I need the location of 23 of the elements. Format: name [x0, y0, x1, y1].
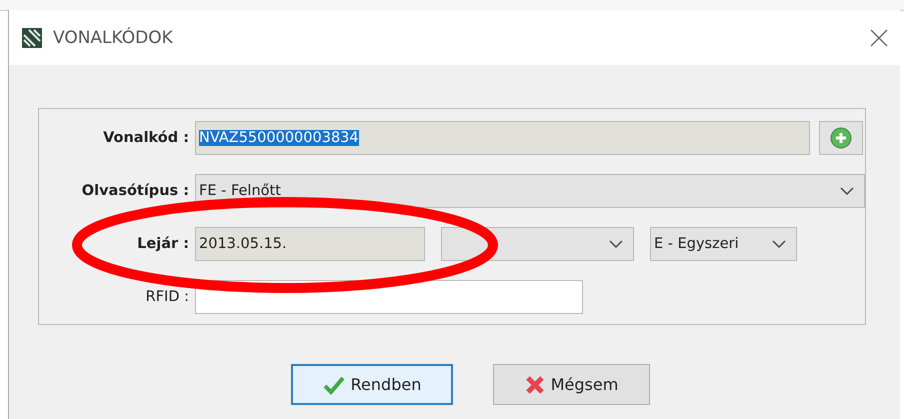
field-label: Lejár :	[136, 236, 189, 252]
field-label: Vonalkód :	[102, 130, 189, 146]
add-button[interactable]	[819, 121, 863, 155]
dropdown-value: E - Egyszeri	[654, 236, 739, 252]
field-label: Olvasótípus :	[80, 183, 189, 199]
dialog-button[interactable]: Rendben	[291, 364, 453, 405]
plus-icon	[830, 127, 852, 149]
input-field[interactable]: NVAZ5500000003834	[195, 121, 810, 155]
dropdown-value: FE - Felnőtt	[199, 183, 281, 199]
input-field[interactable]: 2013.05.15.	[195, 227, 425, 261]
dialog-button[interactable]: Mégsem	[493, 364, 650, 405]
field-label: RFID :	[144, 289, 189, 305]
window-title: VONALKÓDOK	[53, 28, 174, 48]
caret-icon	[840, 187, 854, 195]
dropdown[interactable]: FE - Felnőtt	[195, 174, 865, 208]
cross-icon	[524, 374, 545, 394]
caret-icon	[609, 240, 623, 248]
dropdown[interactable]: E - Egyszeri	[650, 227, 797, 261]
check-icon	[322, 374, 345, 394]
close-icon[interactable]	[870, 28, 888, 46]
caret-icon	[772, 240, 786, 248]
dropdown[interactable]	[441, 227, 634, 261]
app-logo-icon	[21, 26, 43, 48]
